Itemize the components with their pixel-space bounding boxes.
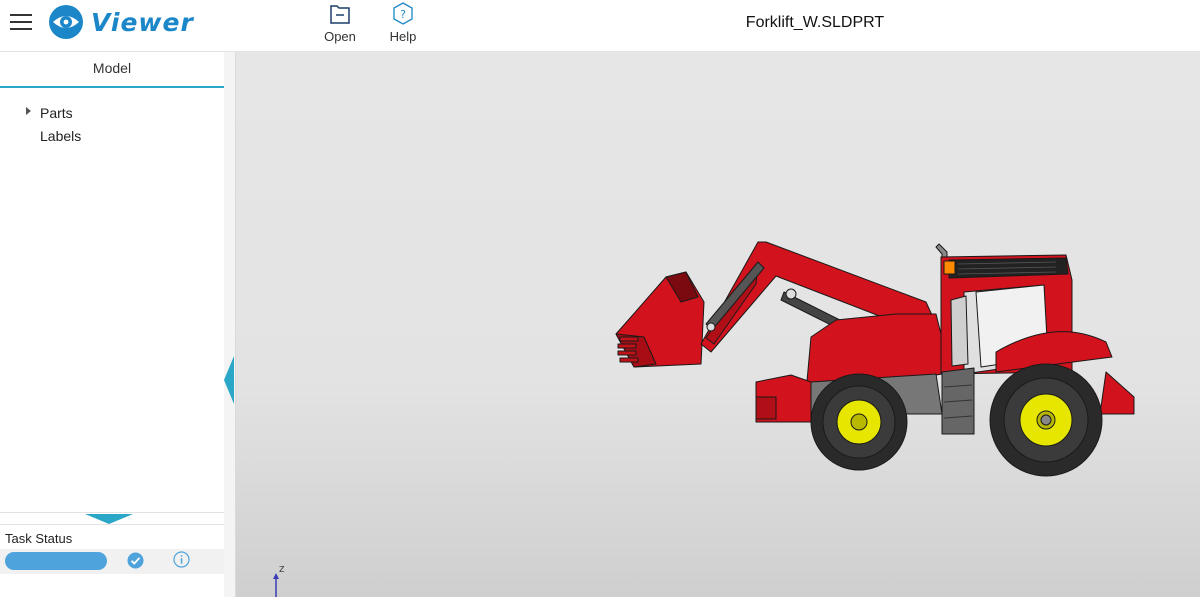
svg-text:?: ? bbox=[400, 8, 406, 21]
eye-logo-icon bbox=[49, 5, 83, 39]
help-label: Help bbox=[389, 29, 417, 44]
panel-divider bbox=[0, 512, 224, 513]
task-status-label: Task Status bbox=[5, 531, 73, 546]
expand-arrow-icon[interactable] bbox=[26, 107, 31, 115]
open-label: Open bbox=[324, 29, 356, 44]
document-title: Forklift_W.SLDPRT bbox=[745, 14, 885, 31]
check-circle-icon bbox=[127, 552, 144, 569]
sidebar-splitter[interactable] bbox=[224, 52, 236, 597]
hamburger-menu-icon[interactable] bbox=[10, 12, 32, 32]
info-icon[interactable] bbox=[173, 551, 190, 568]
help-icon: ? bbox=[393, 2, 413, 25]
forklift-model[interactable] bbox=[236, 52, 1200, 597]
help-button[interactable]: ? Help bbox=[378, 0, 428, 50]
axis-label-z: Z bbox=[279, 565, 285, 574]
collapse-sidebar-icon[interactable] bbox=[224, 356, 234, 404]
tree-item-labels[interactable]: Labels bbox=[40, 128, 81, 144]
app-header: Viewer Open ? Help Forklift_W.SLDPRT bbox=[0, 0, 1200, 52]
panel-toggle-icon[interactable] bbox=[85, 514, 133, 524]
app-brand: Viewer bbox=[91, 8, 194, 37]
model-sidebar: Model Parts Labels Task Status bbox=[0, 52, 225, 597]
tab-model[interactable]: Model bbox=[0, 52, 224, 88]
task-progress-bar bbox=[5, 552, 107, 570]
folder-icon bbox=[330, 5, 350, 24]
task-status-row bbox=[0, 549, 224, 574]
3d-viewport[interactable]: Z bbox=[236, 52, 1200, 597]
task-divider bbox=[0, 524, 224, 525]
open-button[interactable]: Open bbox=[315, 0, 365, 50]
axis-triad-icon: Z bbox=[273, 565, 285, 597]
tree-item-parts[interactable]: Parts bbox=[40, 105, 73, 121]
